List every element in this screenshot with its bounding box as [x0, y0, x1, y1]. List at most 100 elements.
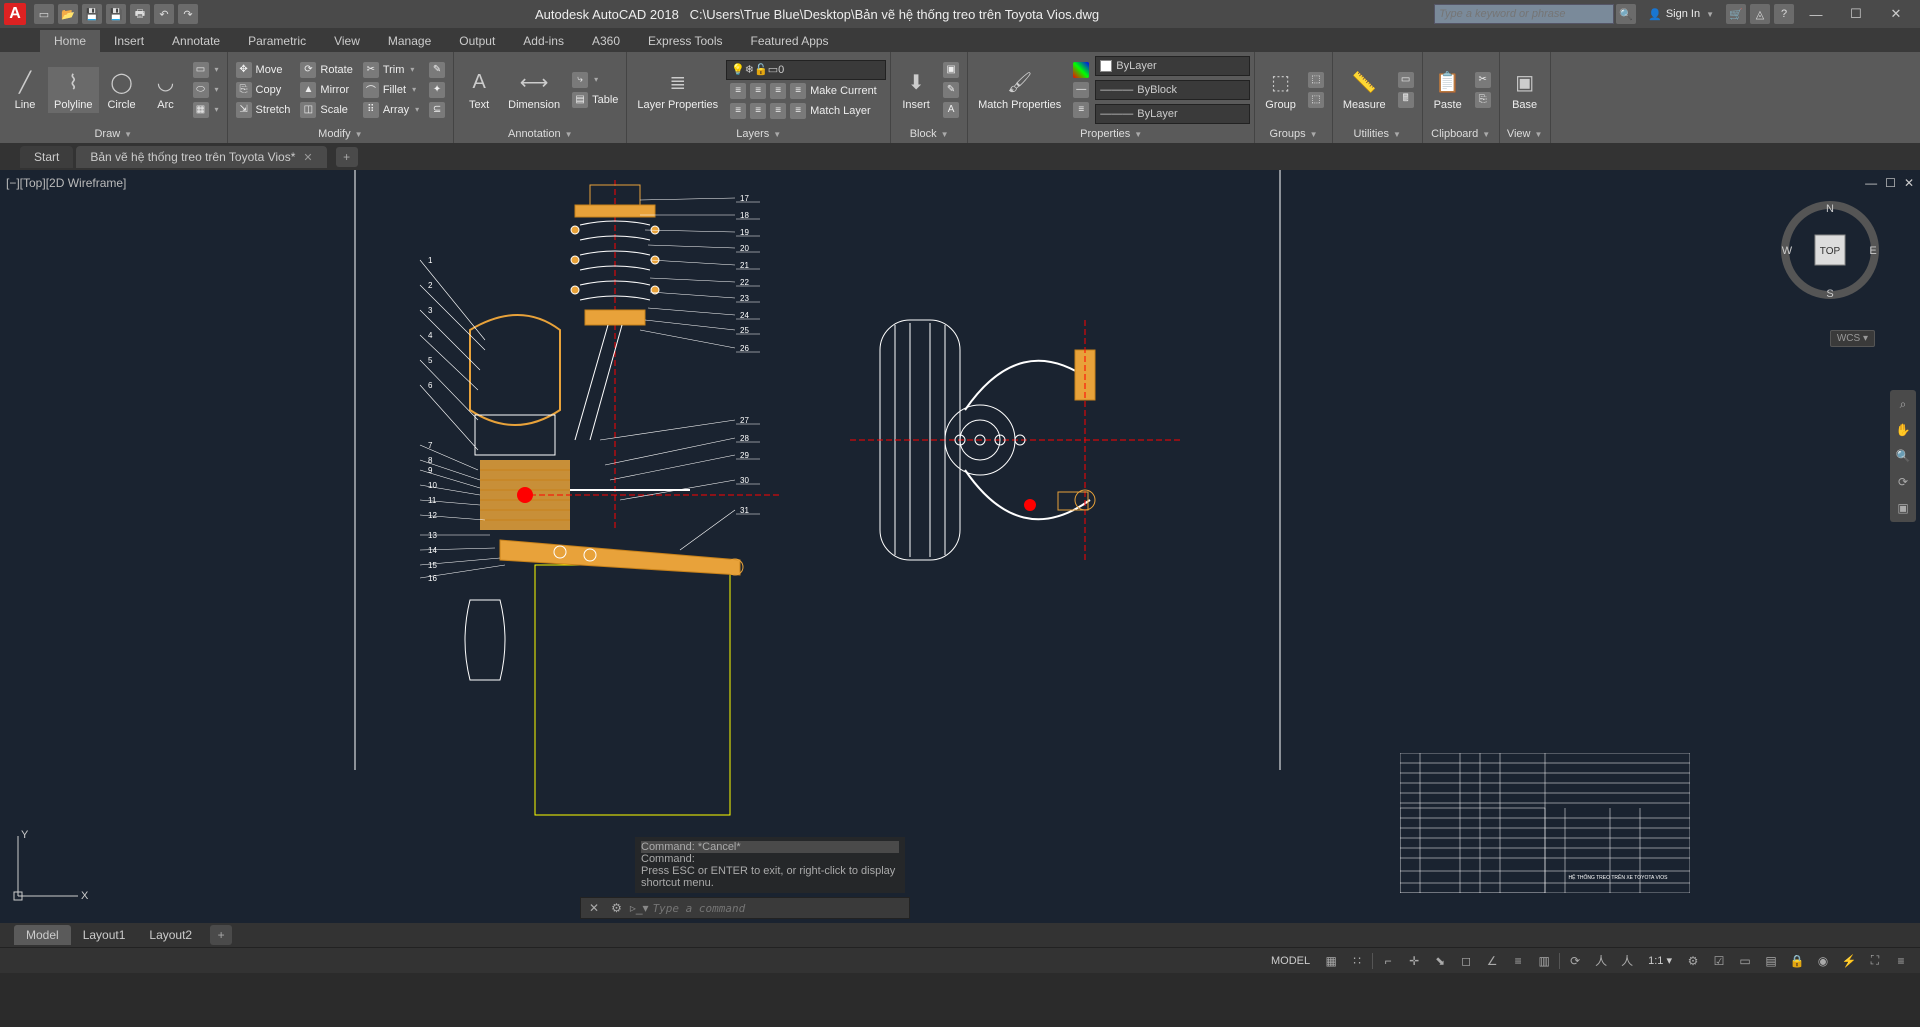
table-button[interactable]: ▤Table — [568, 91, 622, 109]
layer-dropdown[interactable]: 💡❄🔓▭ 0 — [726, 60, 886, 80]
close-tab-icon[interactable]: ✕ — [303, 151, 312, 164]
tab-parametric[interactable]: Parametric — [234, 30, 320, 52]
exchange-icon[interactable]: 🛒 — [1726, 4, 1746, 24]
units-icon[interactable]: ▭ — [1734, 951, 1756, 971]
clean-screen-icon[interactable]: ⛶ — [1864, 951, 1886, 971]
create-block-icon[interactable]: ▣ — [939, 61, 963, 79]
lineweight-icon[interactable]: ≡ — [1507, 951, 1529, 971]
annotation-visibility-icon[interactable]: 人 — [1616, 951, 1638, 971]
polyline-button[interactable]: ⌇Polyline — [48, 67, 99, 113]
move-button[interactable]: ✥Move — [232, 61, 295, 79]
line-icon2[interactable]: — — [1069, 81, 1093, 99]
lock-ui-icon[interactable]: 🔒 — [1786, 951, 1808, 971]
tab-home[interactable]: Home — [40, 30, 100, 52]
circle-button[interactable]: ◯Circle — [101, 67, 143, 113]
isolate-icon[interactable]: ◉ — [1812, 951, 1834, 971]
grid-icon[interactable]: ▦ — [1320, 951, 1342, 971]
polar-icon[interactable]: ✛ — [1403, 951, 1425, 971]
scale-button[interactable]: 1:1 ▾ — [1642, 954, 1678, 967]
erase-icon[interactable]: ✎ — [425, 61, 449, 79]
paste-button[interactable]: 📋Paste — [1427, 67, 1469, 113]
a360-icon[interactable]: ◬ — [1750, 4, 1770, 24]
tab-start[interactable]: Start — [20, 146, 73, 168]
search-icon[interactable]: 🔍 — [1616, 4, 1636, 24]
zoom-icon[interactable]: 🔍 — [1893, 446, 1913, 466]
add-layout-button[interactable]: + — [210, 925, 232, 945]
panel-block-title[interactable]: Block▼ — [895, 125, 963, 143]
model-space-button[interactable]: MODEL — [1265, 955, 1316, 967]
cycling-icon[interactable]: ⟳ — [1564, 951, 1586, 971]
save-icon[interactable]: 💾 — [82, 4, 102, 24]
layer-properties-button[interactable]: ≣Layer Properties — [631, 67, 724, 113]
app-logo-icon[interactable]: A — [4, 3, 26, 25]
dimension-button[interactable]: ⟷Dimension — [502, 67, 566, 113]
add-tab-button[interactable]: + — [336, 147, 358, 167]
hwaccel-icon[interactable]: ⚡ — [1838, 951, 1860, 971]
close-button[interactable]: ✕ — [1876, 0, 1916, 28]
panel-draw-title[interactable]: Draw▼ — [4, 125, 223, 143]
panel-utilities-title[interactable]: Utilities▼ — [1337, 125, 1418, 143]
snap-icon[interactable]: ∷ — [1346, 951, 1368, 971]
wcs-badge[interactable]: WCS ▾ — [1830, 330, 1875, 347]
linetype-dropdown[interactable]: ——— ByBlock — [1095, 80, 1250, 100]
saveas-icon[interactable]: 💾 — [106, 4, 126, 24]
tab-view[interactable]: View — [320, 30, 374, 52]
panel-modify-title[interactable]: Modify▼ — [232, 125, 450, 143]
stretch-button[interactable]: ⇲Stretch — [232, 101, 295, 119]
tab-a360[interactable]: A360 — [578, 30, 634, 52]
cut-icon[interactable]: ✂ — [1471, 71, 1495, 89]
annotation-monitor-icon[interactable]: ☑ — [1708, 951, 1730, 971]
scale-button[interactable]: ◫Scale — [296, 101, 356, 119]
customize-icon[interactable]: ≡ — [1890, 951, 1912, 971]
annotation-scale-icon[interactable]: 人 — [1590, 951, 1612, 971]
pan-icon[interactable]: ✋ — [1893, 420, 1913, 440]
explode-icon[interactable]: ✦ — [425, 81, 449, 99]
layout-tab-model[interactable]: Model — [14, 925, 71, 945]
copy-button[interactable]: ⎘Copy — [232, 81, 295, 99]
rotate-button[interactable]: ⟳Rotate — [296, 61, 356, 79]
color-dropdown[interactable]: ByLayer — [1095, 56, 1250, 76]
panel-view-title[interactable]: View▼ — [1504, 125, 1546, 143]
ungroup-icon[interactable]: ⬚ — [1304, 71, 1328, 89]
workspace-icon[interactable]: ⚙ — [1682, 951, 1704, 971]
panel-annotation-title[interactable]: Annotation▼ — [458, 125, 622, 143]
make-current-button[interactable]: ≡≡≡≡Make Current — [726, 82, 886, 100]
help-search-input[interactable] — [1434, 4, 1614, 24]
lineweight-dropdown[interactable]: ——— ByLayer — [1095, 104, 1250, 124]
base-button[interactable]: ▣Base — [1504, 67, 1546, 113]
tab-document[interactable]: Bản vẽ hệ thống treo trên Toyota Vios*✕ — [76, 146, 326, 168]
ellipse-icon[interactable]: ⬭▾ — [189, 81, 223, 99]
group-button[interactable]: ⬚Group — [1259, 67, 1302, 113]
copy2-icon[interactable]: ⎘ — [1471, 91, 1495, 109]
panel-clipboard-title[interactable]: Clipboard▼ — [1427, 125, 1495, 143]
command-input[interactable] — [653, 902, 905, 915]
select-icon[interactable]: ▭ — [1394, 71, 1418, 89]
color-icon[interactable] — [1069, 61, 1093, 79]
text-button[interactable]: AText — [458, 67, 500, 113]
layout-tab-2[interactable]: Layout2 — [137, 925, 204, 945]
osnap-icon[interactable]: ◻ — [1455, 951, 1477, 971]
help-icon[interactable]: ? — [1774, 4, 1794, 24]
redo-icon[interactable]: ↷ — [178, 4, 198, 24]
orbit-icon[interactable]: ⟳ — [1893, 472, 1913, 492]
drawing-canvas[interactable]: [−][Top][2D Wireframe] — ☐ ✕ — [0, 170, 1920, 923]
isodraft-icon[interactable]: ⬊ — [1429, 951, 1451, 971]
tab-manage[interactable]: Manage — [374, 30, 445, 52]
undo-icon[interactable]: ↶ — [154, 4, 174, 24]
trim-button[interactable]: ✂Trim▾ — [359, 61, 423, 79]
autosnap-icon[interactable]: ∠ — [1481, 951, 1503, 971]
tab-output[interactable]: Output — [445, 30, 509, 52]
match-layer-button[interactable]: ≡≡≡≡Match Layer — [726, 102, 886, 120]
leader-icon[interactable]: ⤷▾ — [568, 71, 622, 89]
quick-properties-icon[interactable]: ▤ — [1760, 951, 1782, 971]
rect-icon[interactable]: ▭▾ — [189, 61, 223, 79]
edit-block-icon[interactable]: ✎ — [939, 81, 963, 99]
cmd-close-icon[interactable]: ✕ — [585, 901, 603, 915]
line-button[interactable]: ╱Line — [4, 67, 46, 113]
measure-button[interactable]: 📏Measure — [1337, 67, 1392, 113]
viewcube[interactable]: TOP N S E W — [1780, 200, 1880, 300]
edit-attr-icon[interactable]: A — [939, 101, 963, 119]
full-nav-icon[interactable]: ⌕ — [1893, 394, 1913, 414]
match-properties-button[interactable]: 🖌Match Properties — [972, 67, 1067, 113]
maximize-button[interactable]: ☐ — [1836, 0, 1876, 28]
